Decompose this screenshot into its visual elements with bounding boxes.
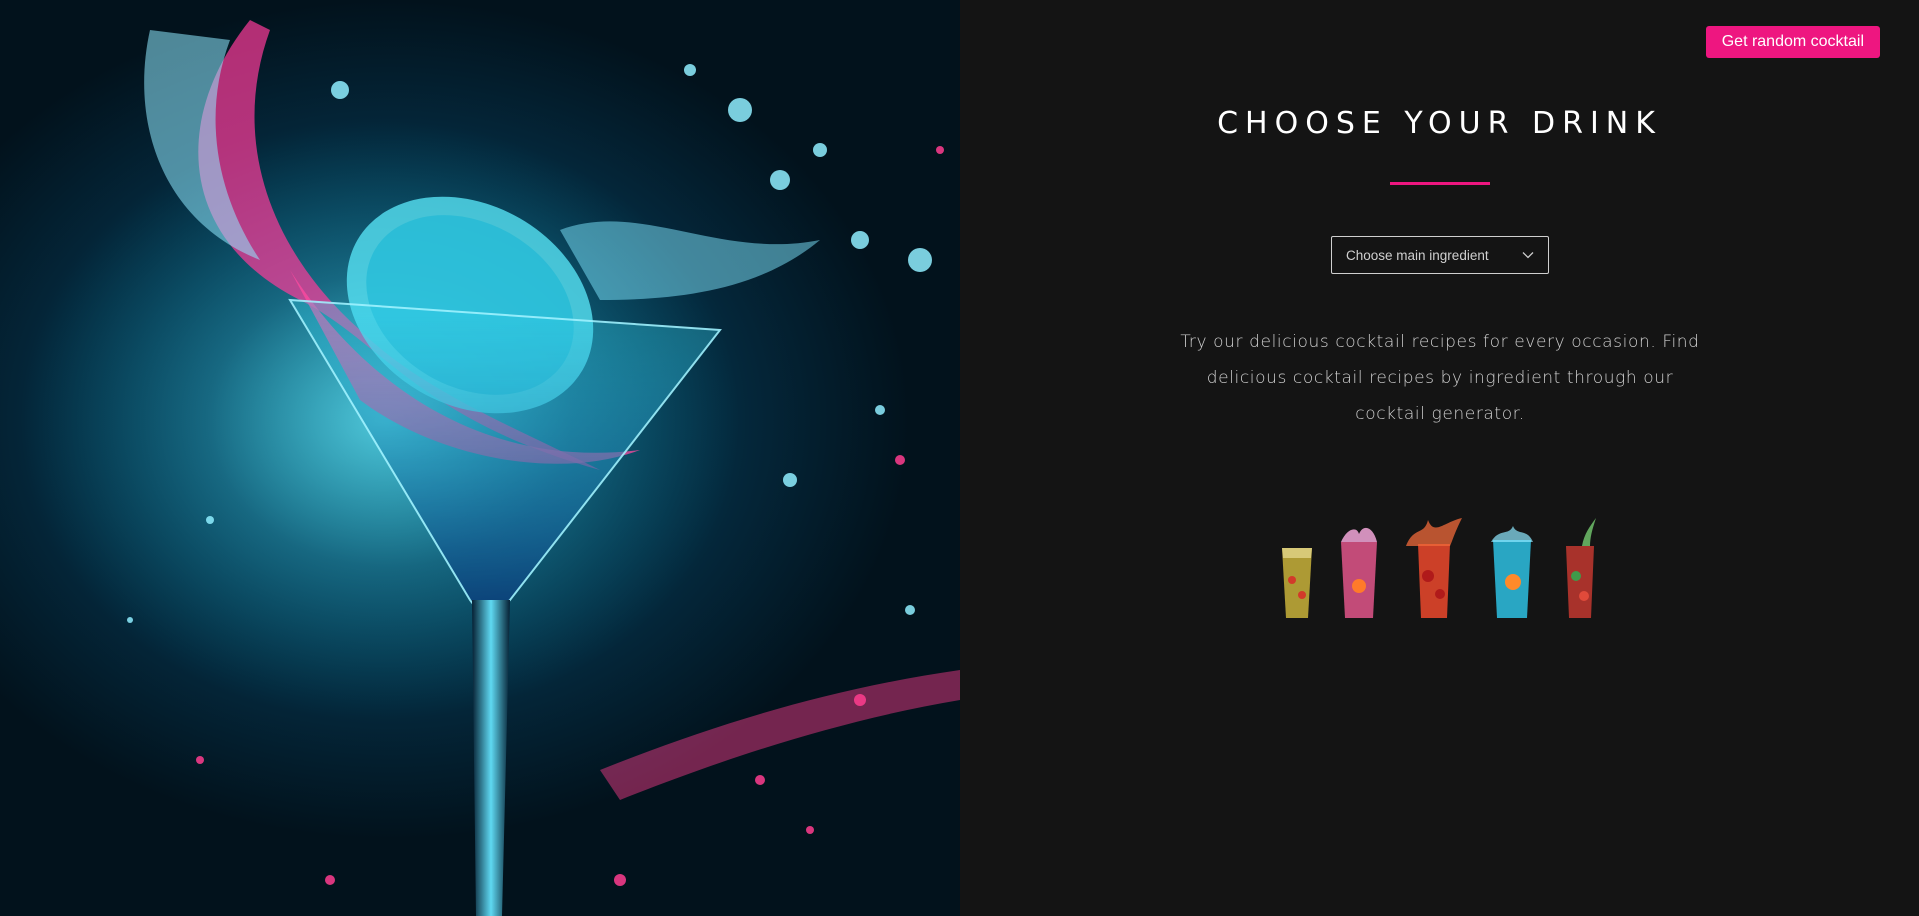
cocktail-glass-pink	[1341, 527, 1377, 618]
content-panel: Get random cocktail CHOOSE YOUR DRINK Ch…	[960, 0, 1919, 916]
ingredient-select-label: Choose main ingredient	[1346, 247, 1489, 263]
page-title: CHOOSE YOUR DRINK	[1217, 106, 1662, 141]
cocktail-glass-green	[1566, 518, 1596, 618]
page: Get random cocktail CHOOSE YOUR DRINK Ch…	[0, 0, 1919, 916]
intro-text: Try our delicious cocktail recipes for e…	[1180, 332, 1700, 424]
cocktail-glasses-row	[1280, 500, 1600, 620]
cocktail-glass-blue	[1491, 526, 1533, 618]
cocktail-splash-illustration	[20, 20, 960, 916]
ingredient-select[interactable]: Choose main ingredient	[1331, 236, 1549, 274]
cocktail-glass-red	[1406, 518, 1462, 618]
random-cocktail-button[interactable]: Get random cocktail	[1705, 26, 1880, 58]
hero-image	[0, 0, 960, 916]
cocktail-glass-yellow	[1282, 548, 1312, 618]
title-divider	[1390, 182, 1490, 185]
chevron-down-icon	[1522, 252, 1534, 259]
